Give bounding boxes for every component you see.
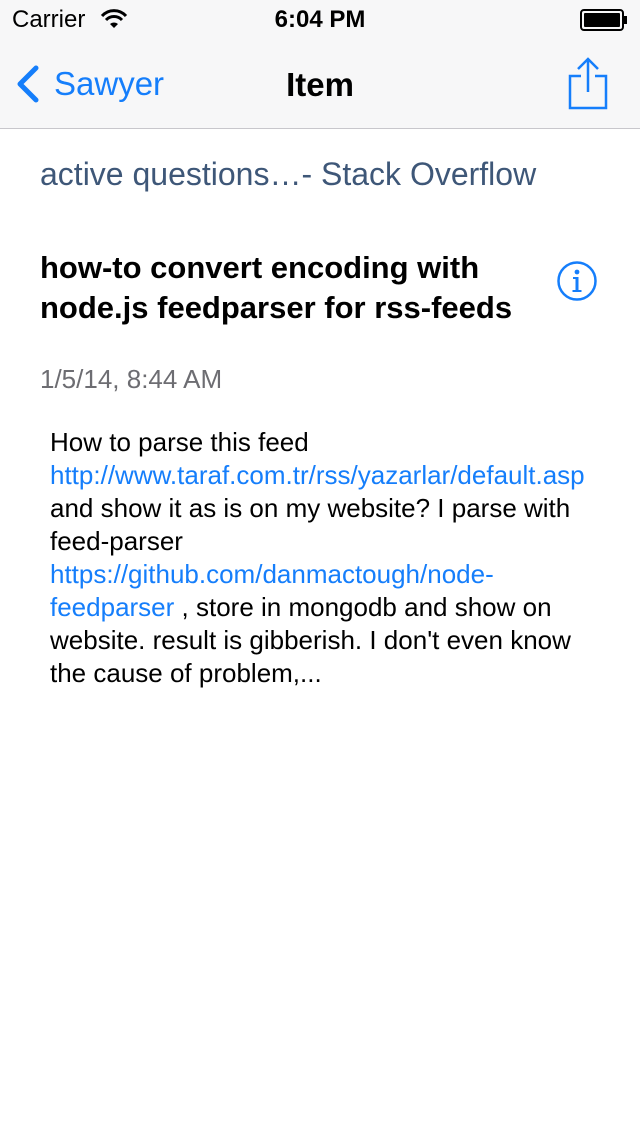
share-icon[interactable] [566,56,610,110]
status-bar: Carrier 6:04 PM [0,0,640,40]
navigation-bar: Sawyer Item [0,40,640,129]
item-date: 1/5/14, 8:44 AM [40,364,223,394]
item-body: How to parse this feed http://www.taraf.… [50,426,600,690]
battery-icon [580,9,627,31]
body-text: How to parse this feed [50,427,309,457]
status-time: 6:04 PM [274,6,366,33]
nav-title: Item [286,66,354,103]
info-icon[interactable] [557,261,597,301]
item-title: how-to convert encoding with node.js fee… [40,250,513,325]
feed-title[interactable]: active questions…- Stack Overflow [40,156,536,193]
body-text: and show it as is on my website? I parse… [50,493,571,556]
feed-link[interactable]: http://www.taraf.com.tr/rss/yazarlar/def… [50,460,585,490]
